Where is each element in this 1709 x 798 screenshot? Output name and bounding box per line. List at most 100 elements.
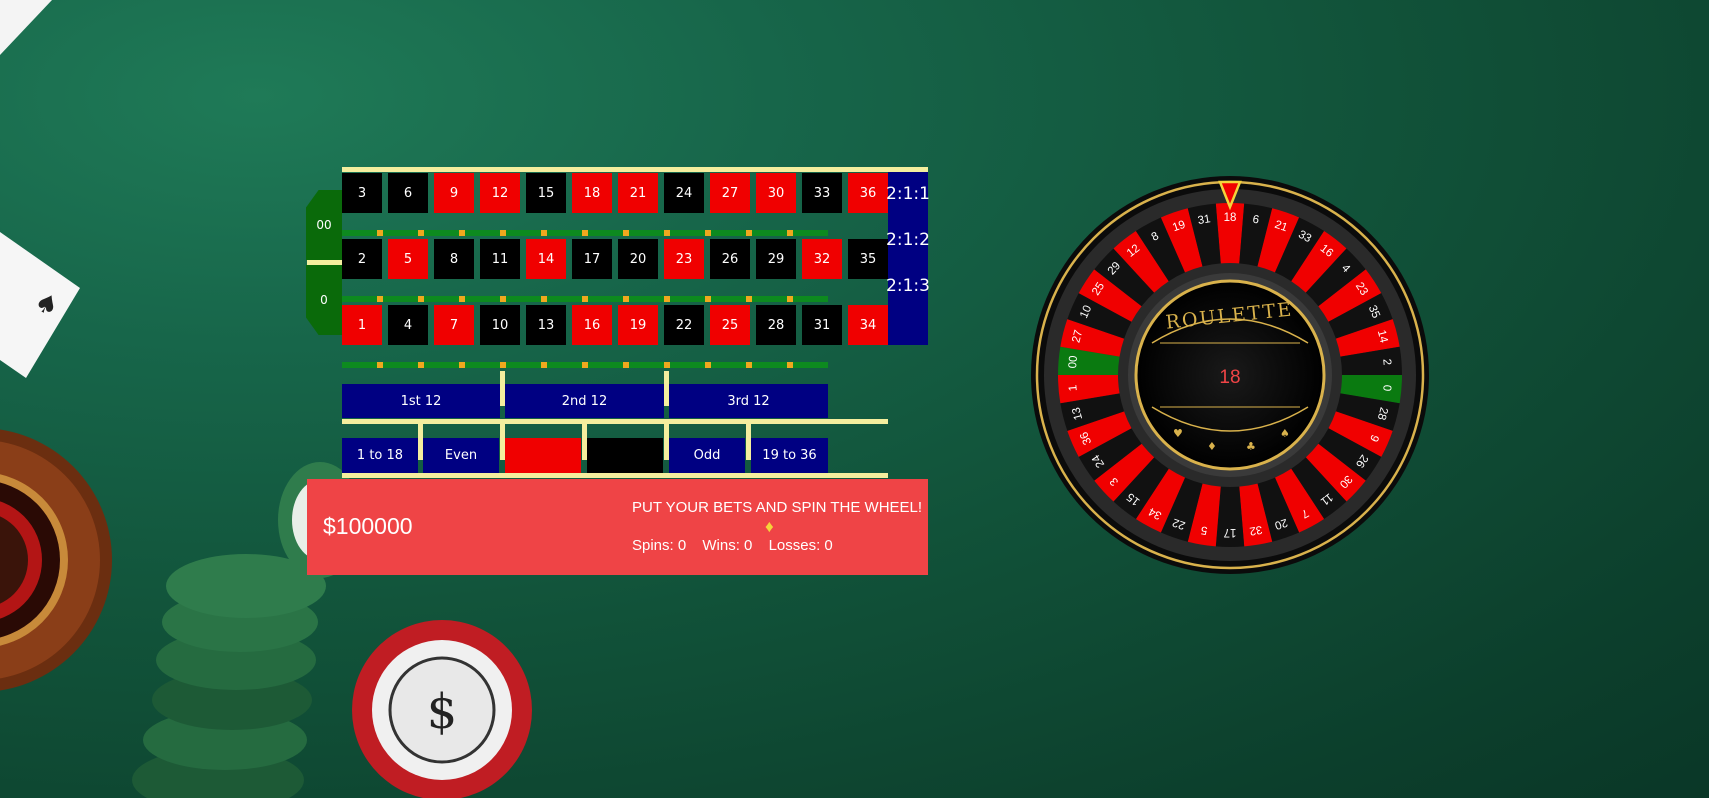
corner-bet-spot[interactable]: [664, 230, 670, 236]
corner-bet-spot[interactable]: [623, 296, 629, 302]
wheel-number-0: 0: [1380, 384, 1392, 391]
bet-number-1[interactable]: 1: [342, 305, 382, 345]
bet-dozen-1[interactable]: 1st 12: [342, 384, 500, 418]
bet-red[interactable]: [505, 438, 581, 473]
bet-column-2[interactable]: 2:1:2: [886, 222, 930, 258]
corner-bet-spot[interactable]: [541, 296, 547, 302]
bet-number-29[interactable]: 29: [756, 239, 796, 279]
svg-text:♠: ♠: [1280, 427, 1290, 440]
corner-bet-spot[interactable]: [582, 230, 588, 236]
wheel-number-17: 17: [1224, 526, 1237, 538]
corner-bet-spot[interactable]: [377, 296, 383, 302]
bet-number-20[interactable]: 20: [618, 239, 658, 279]
bet-number-2[interactable]: 2: [342, 239, 382, 279]
bet-zero[interactable]: 0: [306, 265, 342, 335]
bet-number-11[interactable]: 11: [480, 239, 520, 279]
bet-dozen-2[interactable]: 2nd 12: [505, 384, 664, 418]
bet-number-3[interactable]: 3: [342, 173, 382, 213]
bet-number-21[interactable]: 21: [618, 173, 658, 213]
bet-even[interactable]: Even: [423, 438, 499, 473]
bet-number-4[interactable]: 4: [388, 305, 428, 345]
zero-label: 0: [320, 293, 328, 307]
corner-bet-spot[interactable]: [746, 362, 752, 368]
bet-number-5[interactable]: 5: [388, 239, 428, 279]
corner-bet-spot[interactable]: [746, 230, 752, 236]
red-chip: $: [352, 620, 532, 798]
corner-bet-spot[interactable]: [787, 362, 793, 368]
losses-count: Losses: 0: [768, 537, 833, 554]
bet-number-8[interactable]: 8: [434, 239, 474, 279]
bet-number-14[interactable]: 14: [526, 239, 566, 279]
bet-number-30[interactable]: 30: [756, 173, 796, 213]
bet-double-zero[interactable]: 00: [306, 190, 342, 260]
bet-number-34[interactable]: 34: [848, 305, 888, 345]
bet-number-27[interactable]: 27: [710, 173, 750, 213]
corner-bet-spot[interactable]: [705, 296, 711, 302]
bet-1-to-18[interactable]: 1 to 18: [342, 438, 418, 473]
corner-bet-spot[interactable]: [787, 296, 793, 302]
svg-text:♣: ♣: [1246, 440, 1256, 453]
bet-number-31[interactable]: 31: [802, 305, 842, 345]
bet-number-15[interactable]: 15: [526, 173, 566, 213]
bet-number-32[interactable]: 32: [802, 239, 842, 279]
corner-bet-spot[interactable]: [582, 362, 588, 368]
corner-bet-spot[interactable]: [500, 362, 506, 368]
bet-number-12[interactable]: 12: [480, 173, 520, 213]
corner-bet-spot[interactable]: [459, 230, 465, 236]
roulette-wheel[interactable]: 18 6 21 33 16 4 23 35 14 2 0 28 9 26 30 11 7 20 32 17 5 22 34 1…: [1030, 175, 1430, 575]
bet-number-23[interactable]: 23: [664, 239, 704, 279]
bet-number-28[interactable]: 28: [756, 305, 796, 345]
bet-number-10[interactable]: 10: [480, 305, 520, 345]
corner-bet-spot[interactable]: [664, 362, 670, 368]
corner-bet-spot[interactable]: [377, 230, 383, 236]
corner-bet-spot[interactable]: [705, 230, 711, 236]
wheel-number-1: 1: [1067, 384, 1079, 391]
playing-card-ace: ♠: [0, 232, 80, 378]
table-rail-top: [342, 167, 928, 172]
wheel-number-2: 2: [1380, 358, 1392, 365]
bet-number-24[interactable]: 24: [664, 173, 704, 213]
corner-bet-spot[interactable]: [541, 230, 547, 236]
corner-bet-spot[interactable]: [418, 362, 424, 368]
wheel-number-32: 32: [1249, 523, 1264, 537]
bet-odd[interactable]: Odd: [669, 438, 745, 473]
table-rail-dozens: [342, 419, 888, 424]
status-message: PUT YOUR BETS AND SPIN THE WHEEL!: [632, 499, 923, 516]
bet-number-9[interactable]: 9: [434, 173, 474, 213]
corner-bet-spot[interactable]: [418, 296, 424, 302]
corner-bet-spot[interactable]: [582, 296, 588, 302]
corner-bet-spot[interactable]: [705, 362, 711, 368]
bet-dozen-3[interactable]: 3rd 12: [669, 384, 828, 418]
bet-number-6[interactable]: 6: [388, 173, 428, 213]
corner-bet-spot[interactable]: [541, 362, 547, 368]
corner-bet-spot[interactable]: [459, 362, 465, 368]
corner-bet-spot[interactable]: [500, 230, 506, 236]
bet-number-25[interactable]: 25: [710, 305, 750, 345]
bet-number-22[interactable]: 22: [664, 305, 704, 345]
corner-bet-spot[interactable]: [664, 296, 670, 302]
wheel-result: 18: [1219, 367, 1240, 388]
corner-bet-spot[interactable]: [418, 230, 424, 236]
bet-number-19[interactable]: 19: [618, 305, 658, 345]
corner-bet-spot[interactable]: [746, 296, 752, 302]
bet-number-33[interactable]: 33: [802, 173, 842, 213]
corner-bet-spot[interactable]: [787, 230, 793, 236]
corner-bet-spot[interactable]: [623, 362, 629, 368]
bet-black[interactable]: [587, 438, 663, 473]
corner-bet-spot[interactable]: [377, 362, 383, 368]
corner-bet-spot[interactable]: [623, 230, 629, 236]
bet-column-3[interactable]: 2:1:3: [886, 268, 930, 304]
wheel-graphic: 18 6 2133164233514202892630117203217522341…: [1031, 176, 1429, 574]
bet-number-36[interactable]: 36: [848, 173, 888, 213]
bet-number-26[interactable]: 26: [710, 239, 750, 279]
bet-column-1[interactable]: 2:1:1: [886, 176, 930, 212]
bet-19-to-36[interactable]: 19 to 36: [751, 438, 828, 473]
bet-number-35[interactable]: 35: [848, 239, 888, 279]
bet-number-18[interactable]: 18: [572, 173, 612, 213]
bet-number-17[interactable]: 17: [572, 239, 612, 279]
corner-bet-spot[interactable]: [500, 296, 506, 302]
bet-number-16[interactable]: 16: [572, 305, 612, 345]
bet-number-13[interactable]: 13: [526, 305, 566, 345]
bet-number-7[interactable]: 7: [434, 305, 474, 345]
corner-bet-spot[interactable]: [459, 296, 465, 302]
